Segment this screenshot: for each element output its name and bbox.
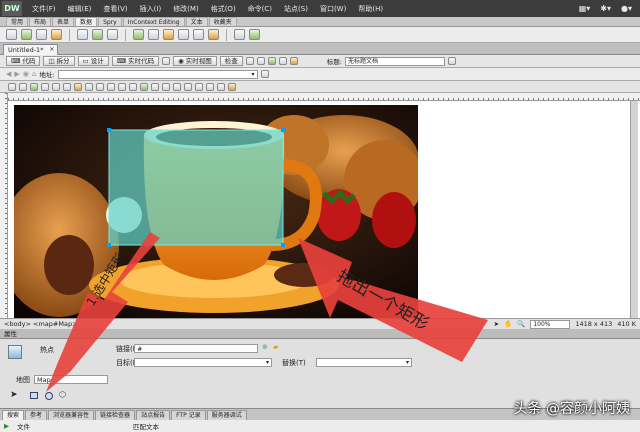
arrow-select xyxy=(46,232,160,392)
watermark: 头条 @容颜小阿姨 xyxy=(513,401,630,417)
annotation-arrows xyxy=(46,232,488,392)
